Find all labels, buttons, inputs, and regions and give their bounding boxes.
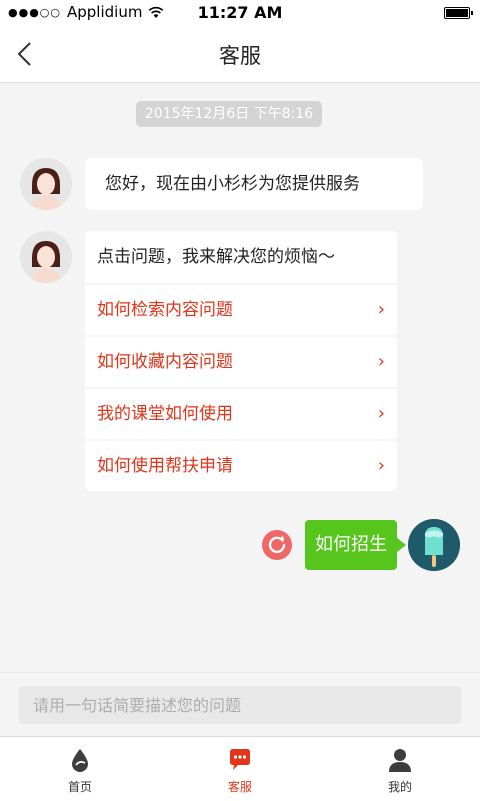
agent-avatar — [20, 158, 72, 210]
chevron-right-icon: › — [377, 299, 385, 320]
chevron-right-icon: › — [377, 403, 385, 424]
chevron-left-icon — [17, 42, 31, 66]
faq-item-classroom[interactable]: 我的课堂如何使用 › — [85, 389, 397, 439]
refresh-icon — [268, 535, 286, 554]
tab-label: 首页 — [67, 780, 92, 794]
agent-avatar — [20, 231, 72, 283]
faq-item-search[interactable]: 如何检索内容问题 › — [85, 285, 397, 335]
user-message-bubble: 如何招生 — [305, 520, 406, 570]
tab-label: 客服 — [227, 780, 252, 794]
agent-prompt-bubble: 点击问题，我来解决您的烦恼～ — [85, 231, 397, 283]
chevron-right-icon: › — [377, 351, 385, 372]
faq-question-list: 如何检索内容问题 › 如何收藏内容问题 › 我的课堂如何使用 › 如何使用帮扶申… — [85, 285, 397, 493]
user-avatar — [408, 519, 460, 571]
tab-home[interactable]: 首页 — [20, 737, 140, 801]
chat-timestamp: 2015年12月6日 下午8:16 — [136, 101, 322, 127]
agent-greeting-bubble: 您好，现在由小杉杉为您提供服务 — [85, 158, 423, 210]
agent-avatar-icon — [20, 158, 72, 210]
question-input[interactable] — [19, 686, 461, 724]
tab-bar: 首页 客服 我的 — [0, 736, 480, 801]
chat-bubble-icon — [230, 749, 250, 770]
faq-item-favorites[interactable]: 如何收藏内容问题 › — [85, 337, 397, 387]
status-bar: ●●●○○ Applidium 11:27 AM — [0, 0, 480, 26]
tab-profile[interactable]: 我的 — [340, 737, 460, 801]
faq-item-label: 如何收藏内容问题 — [97, 352, 233, 372]
faq-item-label: 如何检索内容问题 — [97, 300, 233, 320]
resend-button[interactable] — [262, 530, 292, 560]
back-button[interactable] — [10, 38, 42, 70]
tab-service[interactable]: 客服 — [180, 737, 300, 801]
person-icon — [389, 749, 411, 772]
popsicle-avatar-icon — [408, 519, 460, 571]
tab-label: 我的 — [387, 780, 412, 794]
nav-bar: 客服 — [0, 26, 480, 83]
page-title: 客服 — [219, 44, 261, 68]
faq-item-label: 我的课堂如何使用 — [97, 404, 233, 424]
faq-item-label: 如何使用帮扶申请 — [97, 456, 233, 476]
agent-avatar-icon — [20, 231, 72, 283]
chevron-right-icon: › — [377, 455, 385, 476]
faq-item-assistance[interactable]: 如何使用帮扶申请 › — [85, 441, 397, 491]
status-time: 11:27 AM — [197, 3, 283, 22]
battery-icon — [444, 7, 473, 19]
home-drop-icon — [72, 749, 88, 772]
